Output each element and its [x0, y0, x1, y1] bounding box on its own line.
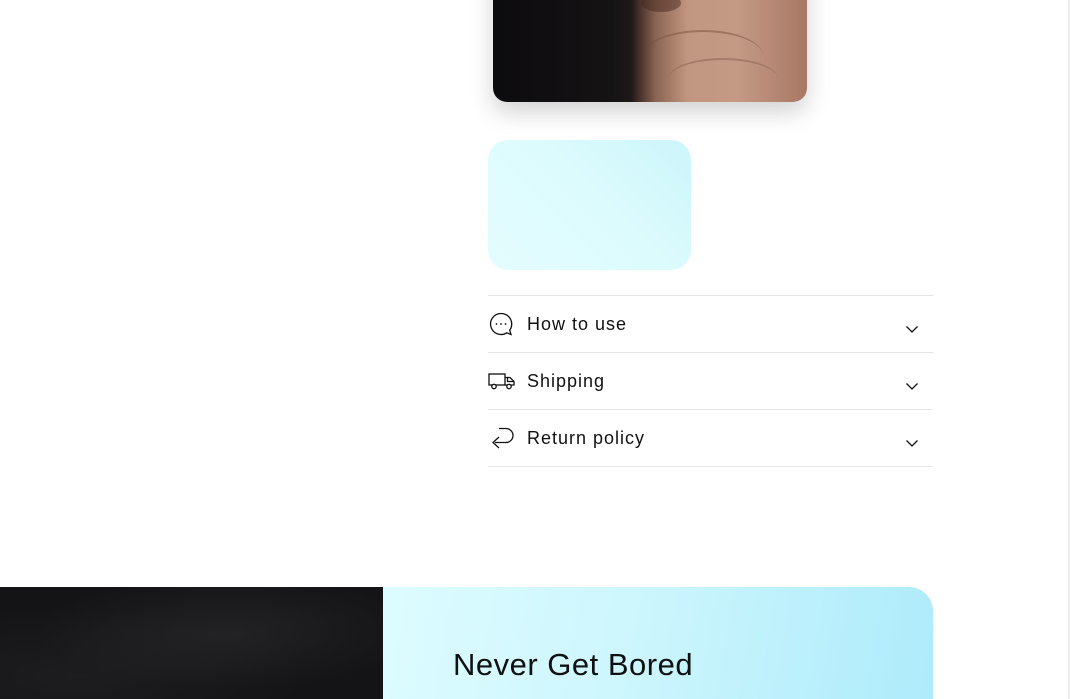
- accordion-item-label: Return policy: [527, 427, 646, 448]
- accordion-item-shipping[interactable]: Shipping: [488, 352, 933, 409]
- product-image[interactable]: [493, 0, 807, 102]
- chat-bubble-icon: [488, 310, 516, 338]
- product-page: How to use Shipping Return policy Never …: [0, 0, 1070, 699]
- accordion-item-how-to-use[interactable]: How to use: [488, 295, 933, 352]
- banner-title: Never Get Bored: [453, 647, 694, 682]
- chevron-down-icon: [905, 321, 919, 333]
- accordion-item-label: Shipping: [527, 370, 606, 391]
- color-swatch-card[interactable]: [488, 140, 691, 270]
- product-image-detail: [641, 0, 681, 12]
- truck-icon: [488, 367, 516, 395]
- return-arrow-icon: [488, 424, 516, 452]
- accordion-item-return-policy[interactable]: Return policy: [488, 409, 933, 467]
- product-info-accordion: How to use Shipping Return policy: [488, 295, 933, 467]
- product-image-detail: [668, 58, 778, 100]
- accordion-item-label: How to use: [527, 313, 628, 334]
- chevron-down-icon: [905, 435, 919, 447]
- promo-banner: Never Get Bored: [0, 587, 933, 699]
- chevron-down-icon: [905, 378, 919, 390]
- banner-image: [0, 587, 383, 699]
- banner-panel: Never Get Bored: [383, 587, 933, 699]
